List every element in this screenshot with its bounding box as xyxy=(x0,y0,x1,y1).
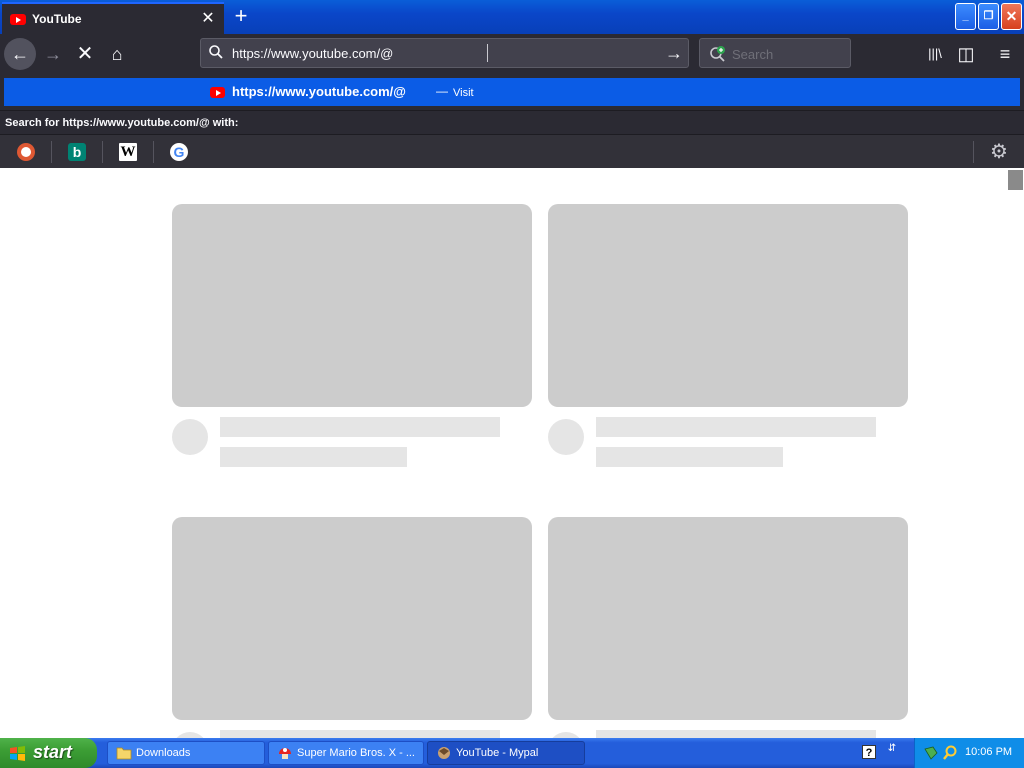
duckduckgo-icon[interactable] xyxy=(17,143,35,161)
title-placeholder xyxy=(596,730,876,738)
suggestion-url: https://www.youtube.com/@ xyxy=(232,84,406,99)
meta-placeholder xyxy=(220,447,407,467)
navigation-toolbar: ← → ✕ ⌂ https://www.youtube.com/@ → Sear… xyxy=(0,34,1024,72)
system-tray: 10:06 PM xyxy=(914,738,1024,768)
engine-divider xyxy=(102,141,103,163)
avatar-placeholder xyxy=(548,419,584,455)
search-settings-gear-icon[interactable]: ⚙ xyxy=(988,141,1010,163)
tab-youtube[interactable]: YouTube ✕ xyxy=(2,2,224,34)
hamburger-menu-icon[interactable]: ≡ xyxy=(990,39,1020,69)
avatar-placeholder xyxy=(172,419,208,455)
title-placeholder xyxy=(220,730,500,738)
suggestion-separator: — xyxy=(436,84,448,98)
close-window-button[interactable]: ✕ xyxy=(1001,3,1022,30)
new-tab-button[interactable]: + xyxy=(230,5,252,27)
suggestion-row[interactable]: https://www.youtube.com/@ — Visit xyxy=(4,78,1020,106)
title-placeholder xyxy=(220,417,500,437)
taskbar-item-label: YouTube - Mypal xyxy=(456,747,539,759)
go-button[interactable]: → xyxy=(665,43,683,64)
taskbar-item-label: Downloads xyxy=(136,747,191,759)
google-icon[interactable]: G xyxy=(170,143,188,161)
show-desktop-arrows-icon[interactable]: ⇵ xyxy=(884,743,900,761)
engine-divider xyxy=(51,141,52,163)
home-button[interactable]: ⌂ xyxy=(102,39,132,69)
library-icon[interactable]: |||\ xyxy=(920,39,950,69)
start-label: start xyxy=(33,742,73,762)
text-cursor xyxy=(487,44,488,62)
windows-logo-icon xyxy=(10,746,25,761)
thumbnail-placeholder xyxy=(548,517,908,720)
folder-icon xyxy=(116,747,132,760)
search-icon[interactable] xyxy=(942,745,958,761)
stop-loading-button[interactable]: ✕ xyxy=(70,39,100,69)
youtube-icon xyxy=(210,87,225,98)
search-placeholder: Search xyxy=(732,47,774,62)
meta-placeholder xyxy=(596,447,783,467)
thumbnail-placeholder xyxy=(548,204,908,407)
mushroom-icon xyxy=(279,748,291,759)
network-icon[interactable] xyxy=(923,745,939,761)
search-bar[interactable]: Search xyxy=(699,38,851,68)
engine-divider xyxy=(153,141,154,163)
wikipedia-icon[interactable]: W xyxy=(119,143,137,161)
help-icon[interactable]: ? xyxy=(862,745,876,759)
youtube-icon xyxy=(10,13,26,25)
search-icon xyxy=(209,45,223,59)
search-with-label: Search for https://www.youtube.com/@ wit… xyxy=(0,110,1024,134)
taskbar-item-label: Super Mario Bros. X - ... xyxy=(297,747,415,759)
bing-icon[interactable]: b xyxy=(68,143,86,161)
taskbar-item-downloads[interactable]: Downloads xyxy=(107,741,265,765)
taskbar-item-youtube-mypal[interactable]: YouTube - Mypal xyxy=(427,741,585,765)
url-text: https://www.youtube.com/@ xyxy=(232,46,394,61)
forward-button[interactable]: → xyxy=(38,39,68,69)
one-off-search-engines: b W G ⚙ xyxy=(0,134,1024,168)
tab-title: YouTube xyxy=(32,12,82,26)
title-placeholder xyxy=(596,417,876,437)
search-engine-icon xyxy=(710,46,725,62)
title-bar: YouTube ✕ + _ ❐ ✕ xyxy=(0,0,1024,34)
thumbnail-placeholder xyxy=(172,204,532,407)
start-button[interactable]: start xyxy=(0,738,97,768)
minimize-button[interactable]: _ xyxy=(955,3,976,30)
sidebar-toggle-icon[interactable]: ◫ xyxy=(951,39,981,69)
engine-divider xyxy=(973,141,974,163)
back-button[interactable]: ← xyxy=(4,38,36,70)
restore-button[interactable]: ❐ xyxy=(978,3,999,30)
url-suggestions-popup: https://www.youtube.com/@ — Visit Search… xyxy=(0,72,1024,168)
page-content xyxy=(0,168,1024,738)
mypal-browser-icon xyxy=(438,747,450,759)
suggestion-action: Visit xyxy=(453,87,474,99)
tab-close-button[interactable]: ✕ xyxy=(200,11,216,27)
scrollbar-thumb[interactable] xyxy=(1008,170,1023,190)
thumbnail-placeholder xyxy=(172,517,532,720)
taskbar-item-mario[interactable]: Super Mario Bros. X - ... xyxy=(268,741,424,765)
clock: 10:06 PM xyxy=(965,746,1013,758)
url-bar[interactable]: https://www.youtube.com/@ → xyxy=(200,38,689,68)
